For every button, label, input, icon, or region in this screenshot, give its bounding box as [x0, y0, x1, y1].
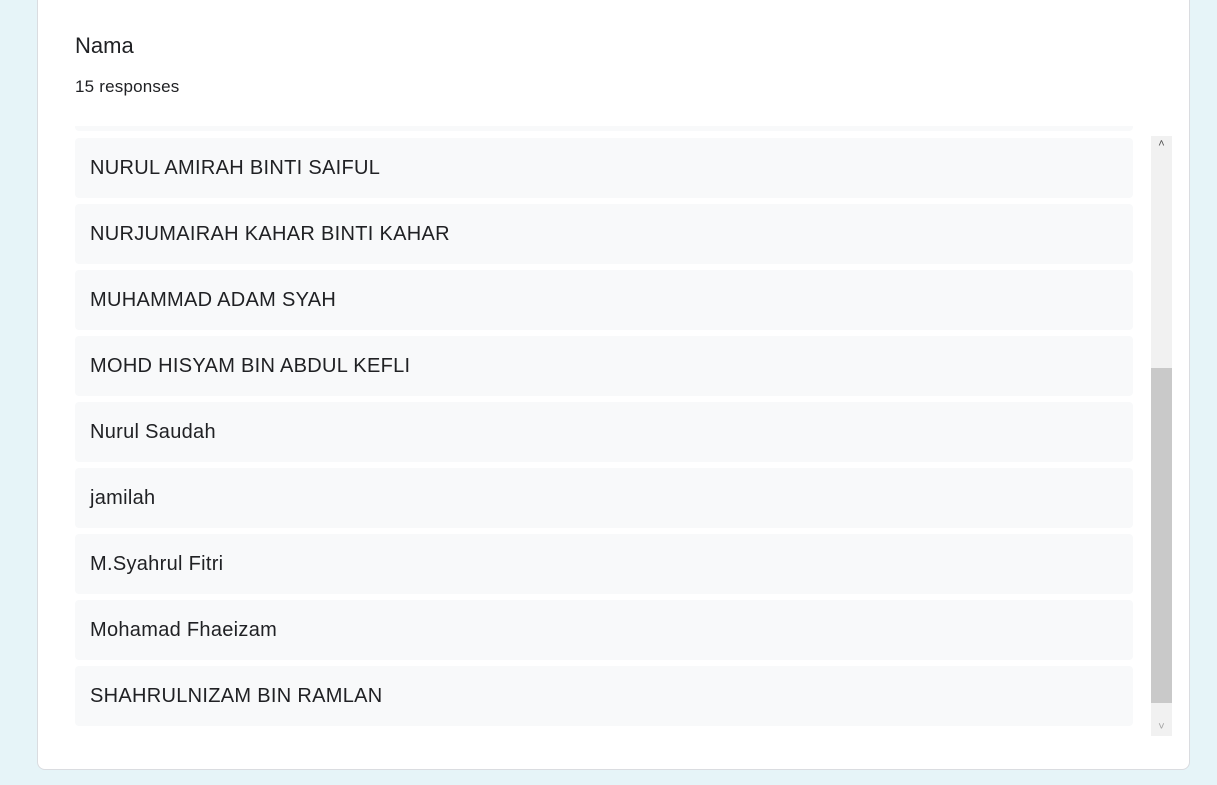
list-item: MOHD HISYAM BIN ABDUL KEFLI	[75, 336, 1133, 396]
list-item-partial	[75, 126, 1133, 131]
list-item: NURJUMAIRAH KAHAR BINTI KAHAR	[75, 204, 1133, 264]
list-scrollbar[interactable]: ˄ ˅	[1151, 136, 1172, 736]
question-title: Nama	[75, 33, 134, 58]
list-item: Mohamad Fhaeizam	[75, 600, 1133, 660]
scroll-down-arrow-icon[interactable]: ˅	[1151, 719, 1172, 736]
list-item: Nurul Saudah	[75, 402, 1133, 462]
response-list[interactable]: NURUL AMIRAH BINTI SAIFUL NURJUMAIRAH KA…	[75, 136, 1169, 736]
response-count: 15 responses	[75, 77, 180, 96]
list-item: MUHAMMAD ADAM SYAH	[75, 270, 1133, 330]
list-item: NURUL AMIRAH BINTI SAIFUL	[75, 138, 1133, 198]
scroll-up-arrow-icon[interactable]: ˄	[1151, 136, 1172, 153]
scroll-thumb[interactable]	[1151, 368, 1172, 703]
list-item: SHAHRULNIZAM BIN RAMLAN	[75, 666, 1133, 726]
list-item: jamilah	[75, 468, 1133, 528]
response-summary-card: Nama 15 responses NURUL AMIRAH BINTI SAI…	[37, 0, 1190, 770]
list-item: M.Syahrul Fitri	[75, 534, 1133, 594]
